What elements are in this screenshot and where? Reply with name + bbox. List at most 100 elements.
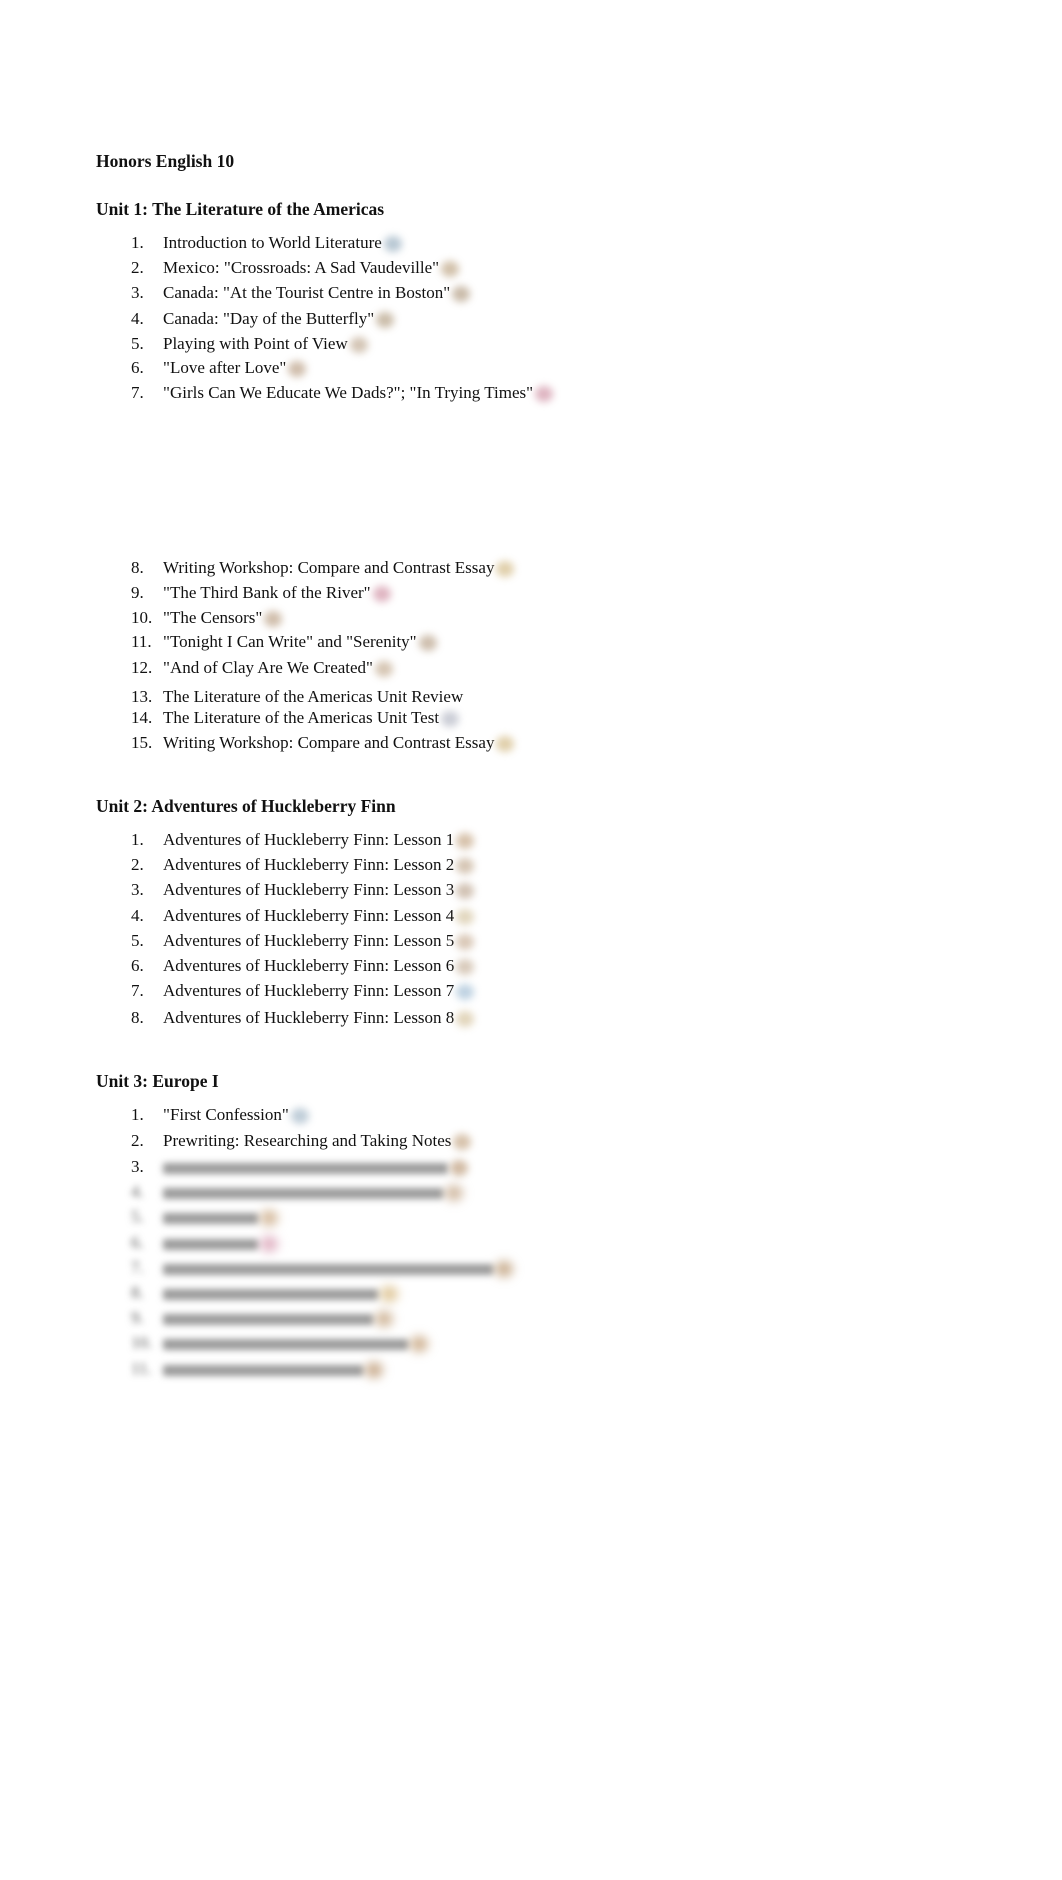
list-item: 12. "And of Clay Are We Created" xyxy=(131,657,394,679)
item-title: Adventures of Huckleberry Finn: Lesson 4 xyxy=(163,906,455,925)
status-icon xyxy=(456,934,475,951)
list-item: 15. Writing Workshop: Compare and Contras… xyxy=(131,732,515,754)
item-number: 7. xyxy=(131,1258,144,1277)
item-title: The Literature of the Americas Unit Test xyxy=(163,708,440,727)
item-number: 8. xyxy=(131,558,144,577)
redacted-text xyxy=(163,1364,363,1376)
item-number: 8. xyxy=(131,1008,144,1027)
list-item: 6. "Love after Love" xyxy=(131,357,307,379)
status-icon xyxy=(456,858,475,875)
status-icon xyxy=(496,561,515,578)
list-item: 14. The Literature of the Americas Unit T… xyxy=(131,707,460,729)
status-icon xyxy=(450,1160,468,1177)
redacted-text xyxy=(163,1338,408,1350)
unit-heading: Unit 1: The Literature of the Americas xyxy=(96,199,385,219)
item-title: Introduction to World Literature xyxy=(163,233,382,252)
item-number: 11. xyxy=(131,632,152,651)
status-icon xyxy=(365,1362,383,1379)
item-title: Writing Workshop: Compare and Contrast E… xyxy=(163,558,495,577)
list-item: 9. "The Third Bank of the River" xyxy=(131,582,391,604)
status-icon xyxy=(383,236,402,253)
status-icon xyxy=(372,586,391,603)
item-number: 3. xyxy=(131,880,144,899)
list-item: 4. Canada: "Day of the Butterfly" xyxy=(131,308,395,330)
list-item: 8. Adventures of Huckleberry Finn: Lesson… xyxy=(131,1007,475,1029)
list-item: 1. "First Confession" xyxy=(131,1104,309,1126)
status-icon xyxy=(288,361,307,378)
item-number: 4. xyxy=(131,1182,144,1201)
status-icon xyxy=(453,1134,472,1151)
item-number: 12. xyxy=(131,658,153,677)
item-number: 6. xyxy=(131,358,144,377)
item-number: 7. xyxy=(131,383,144,402)
list-item: 1. Adventures of Huckleberry Finn: Lesson… xyxy=(131,829,475,851)
redacted-list-item: 5. xyxy=(131,1206,278,1228)
item-number: 5. xyxy=(131,1207,144,1226)
redacted-text xyxy=(163,1263,493,1275)
item-number: 14. xyxy=(131,708,153,727)
item-title: Adventures of Huckleberry Finn: Lesson 1 xyxy=(163,830,455,849)
item-number: 9. xyxy=(131,583,144,602)
list-item: 8. Writing Workshop: Compare and Contrast… xyxy=(131,557,515,579)
status-icon xyxy=(456,984,475,1001)
item-number: 9. xyxy=(131,1308,144,1327)
redacted-list-item: 10. xyxy=(131,1332,428,1354)
item-title: Adventures of Huckleberry Finn: Lesson 2 xyxy=(163,855,455,874)
redacted-text xyxy=(163,1162,448,1174)
item-title: "The Third Bank of the River" xyxy=(163,583,371,602)
item-title: Writing Workshop: Compare and Contrast E… xyxy=(163,733,495,752)
item-title: Adventures of Huckleberry Finn: Lesson 6 xyxy=(163,956,455,975)
list-item: 3. Canada: "At the Tourist Centre in Bost… xyxy=(131,282,471,304)
list-item: 11. "Tonight I Can Write" and "Serenity" xyxy=(131,631,437,653)
status-icon xyxy=(260,1210,278,1227)
document-title: Honors English 10 xyxy=(96,151,235,171)
item-title: "Tonight I Can Write" and "Serenity" xyxy=(163,632,417,651)
item-title: Adventures of Huckleberry Finn: Lesson 8 xyxy=(163,1008,455,1027)
item-title: Adventures of Huckleberry Finn: Lesson 7 xyxy=(163,981,455,1000)
list-item: 3. Adventures of Huckleberry Finn: Lesson… xyxy=(131,879,475,901)
item-title: Adventures of Huckleberry Finn: Lesson 5 xyxy=(163,931,455,950)
redacted-list-item: 6. xyxy=(131,1232,278,1254)
item-number: 1. xyxy=(131,830,144,849)
item-number: 5. xyxy=(131,931,144,950)
status-icon xyxy=(456,1011,475,1028)
item-title: "And of Clay Are We Created" xyxy=(163,658,374,677)
item-number: 15. xyxy=(131,733,153,752)
status-icon xyxy=(456,959,475,976)
item-number: 6. xyxy=(131,956,144,975)
redacted-list-item: 11. xyxy=(131,1358,383,1380)
status-icon xyxy=(496,736,515,753)
list-item: 7. "Girls Can We Educate We Dads?"; "In T… xyxy=(131,382,554,404)
item-number: 3. xyxy=(131,283,144,302)
unit-heading: Unit 2: Adventures of Huckleberry Finn xyxy=(96,796,396,816)
item-number: 10. xyxy=(131,608,153,627)
status-icon xyxy=(410,1336,428,1353)
list-item: 2. Adventures of Huckleberry Finn: Lesson… xyxy=(131,854,475,876)
item-title: "Love after Love" xyxy=(163,358,287,377)
status-icon xyxy=(376,312,395,329)
item-title: Canada: "Day of the Butterfly" xyxy=(163,309,375,328)
item-number: 7. xyxy=(131,981,144,1000)
list-item: 2. Mexico: "Crossroads: A Sad Vaudeville" xyxy=(131,257,460,279)
status-icon xyxy=(456,833,475,850)
item-title: Canada: "At the Tourist Centre in Boston… xyxy=(163,283,451,302)
list-item: 5. Adventures of Huckleberry Finn: Lesson… xyxy=(131,930,475,952)
item-title: "Girls Can We Educate We Dads?"; "In Try… xyxy=(163,383,534,402)
item-number: 5. xyxy=(131,334,144,353)
item-number: 1. xyxy=(131,233,144,252)
status-icon xyxy=(349,337,368,354)
redacted-text xyxy=(163,1238,258,1250)
status-icon xyxy=(441,711,460,728)
status-icon xyxy=(441,261,460,278)
status-icon xyxy=(535,386,554,403)
list-item: 4. Adventures of Huckleberry Finn: Lesson… xyxy=(131,905,475,927)
status-icon xyxy=(375,661,394,678)
list-item: 1. Introduction to World Literature xyxy=(131,232,402,254)
item-number: 2. xyxy=(131,258,144,277)
list-item: 10. "The Censors" xyxy=(131,607,283,629)
status-icon xyxy=(375,1311,393,1328)
item-number: 1. xyxy=(131,1105,144,1124)
item-title: Mexico: "Crossroads: A Sad Vaudeville" xyxy=(163,258,440,277)
item-number: 3. xyxy=(131,1157,144,1176)
list-item: 5. Playing with Point of View xyxy=(131,333,368,355)
